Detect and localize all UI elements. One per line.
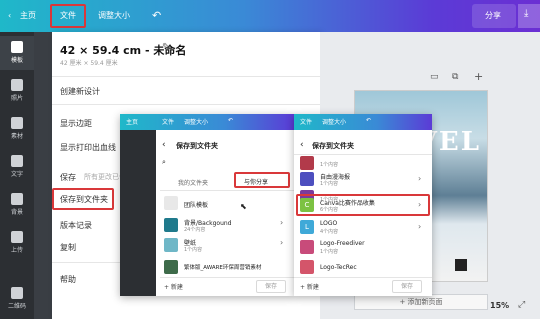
upload-icon: [11, 231, 23, 243]
dialog-title: 保存到文件夹: [176, 142, 218, 150]
menu-help[interactable]: 帮助: [60, 274, 76, 285]
poster-qrcode: [455, 259, 467, 271]
dialog-title: 保存到文件夹: [312, 142, 354, 150]
rail-qrcode[interactable]: 二维码: [0, 282, 34, 316]
save-button[interactable]: 保存: [392, 280, 422, 293]
chevron-right-icon[interactable]: ›: [418, 200, 421, 209]
download-icon: ⤓: [524, 8, 529, 19]
menu-show-bleed[interactable]: 显示打印出血线: [60, 142, 116, 153]
rail-text[interactable]: 文字: [0, 150, 34, 184]
back-chevron-icon[interactable]: ‹: [300, 140, 304, 150]
folder-title[interactable]: Logo-TecRec: [320, 264, 357, 271]
divider: [52, 104, 320, 105]
divider: [294, 154, 432, 155]
folder-thumbnail: [300, 172, 314, 186]
add-page-button[interactable]: + 添加新页面: [354, 294, 488, 310]
folder-thumbnail: [300, 240, 314, 254]
folder-count: 24个内容: [184, 227, 206, 233]
folder-thumbnail: [300, 260, 314, 274]
chevron-right-icon[interactable]: ›: [418, 174, 421, 183]
mini-file: 文件: [300, 119, 313, 126]
mini-undo-icon: ↶: [228, 117, 234, 124]
left-rail: 模板 照片 素材 文字 背景 上传 二维码: [0, 32, 34, 319]
share-button[interactable]: 分享: [485, 8, 501, 24]
rail-templates[interactable]: 模板: [0, 36, 34, 70]
tab-shared-with-you[interactable]: 与你分享: [244, 177, 268, 186]
cursor-icon: ⬉: [240, 202, 247, 211]
rail-background[interactable]: 背景: [0, 188, 34, 222]
new-folder-button[interactable]: + 新建: [300, 282, 319, 291]
divider: [52, 76, 320, 77]
mini-undo-icon: ↶: [366, 117, 372, 124]
folder-letter-l-icon: L: [300, 220, 314, 234]
elements-icon: [11, 117, 23, 129]
comment-icon[interactable]: ▭: [430, 72, 439, 82]
folder-count: 6个内容: [320, 207, 339, 213]
chevron-right-icon[interactable]: ›: [280, 238, 283, 247]
templates-icon: [11, 41, 23, 53]
folder-thumbnail: [300, 156, 314, 170]
file-button[interactable]: 文件: [60, 8, 76, 24]
menu-version-history[interactable]: 版本记录: [60, 220, 92, 231]
qrcode-icon: [11, 287, 23, 299]
menu-save-to-folder[interactable]: 保存到文件夹: [60, 194, 108, 205]
divider: [160, 190, 294, 191]
folder-count: 4个内容: [320, 229, 339, 235]
mini-toolbar: 主页 文件 调整大小 ↶: [120, 114, 294, 130]
back-chevron-icon[interactable]: ‹: [162, 140, 166, 150]
menu-copy[interactable]: 复制: [60, 242, 76, 253]
mini-file: 文件: [162, 119, 175, 126]
mini-rail: [120, 130, 156, 296]
menu-new-design[interactable]: 创建新设计: [60, 86, 100, 97]
folder-title[interactable]: 团队模板: [184, 200, 208, 209]
mini-toolbar: 文件 调整大小 ↶: [294, 114, 432, 130]
folder-count: 1个内容: [320, 162, 339, 168]
rail-upload[interactable]: 上传: [0, 226, 34, 260]
folder-count: 1个内容: [320, 249, 339, 255]
zoom-level[interactable]: 15%: [490, 301, 509, 310]
rail-photos[interactable]: 照片: [0, 74, 34, 108]
save-dialog-screenshot-2: 文件 调整大小 ↶ ‹ 保存到文件夹 1个内容 自由漫海报 1个内容 › 1个内…: [294, 114, 432, 296]
save-button[interactable]: 保存: [256, 280, 286, 293]
duplicate-page-icon[interactable]: ⧉: [452, 72, 458, 82]
folder-thumbnail: [164, 218, 178, 232]
folder-count: 1个内容: [184, 247, 203, 253]
back-chevron-icon[interactable]: ‹: [8, 8, 11, 24]
edit-pencil-icon[interactable]: ✎: [162, 42, 170, 53]
folder-letter-c-icon: C: [300, 198, 314, 212]
add-page-icon[interactable]: +: [474, 70, 483, 83]
new-folder-button[interactable]: + 新建: [164, 282, 183, 291]
folder-count: 1个内容: [320, 181, 339, 187]
chevron-right-icon[interactable]: ›: [280, 218, 283, 227]
chevron-right-icon[interactable]: ›: [418, 222, 421, 231]
folder-title[interactable]: Logo-Freediver: [320, 240, 365, 247]
divider: [160, 277, 294, 278]
divider: [294, 277, 432, 278]
fullscreen-icon[interactable]: ⤢: [518, 300, 525, 310]
top-toolbar: ‹ 主页 文件 调整大小 ↶ 分享 ⤓: [0, 0, 540, 32]
menu-show-margins[interactable]: 显示边距: [60, 118, 92, 129]
design-size: 42 厘米 × 59.4 厘米: [60, 60, 118, 67]
folder-thumbnail: [164, 238, 178, 252]
team-template-icon: [164, 196, 178, 210]
home-button[interactable]: 主页: [20, 8, 36, 24]
mini-resize: 调整大小: [184, 119, 209, 126]
rail-elements[interactable]: 素材: [0, 112, 34, 146]
resize-button[interactable]: 调整大小: [98, 8, 130, 24]
folder-title[interactable]: 繁体版_AWARE环保周营销素材: [184, 263, 261, 271]
download-button[interactable]: ⤓: [518, 4, 540, 28]
mini-resize: 调整大小: [322, 119, 347, 126]
background-icon: [11, 193, 23, 205]
menu-save[interactable]: 保存: [60, 172, 76, 183]
mini-home: 主页: [126, 119, 139, 126]
undo-icon[interactable]: ↶: [152, 8, 161, 24]
save-dialog-screenshot-1: 主页 文件 调整大小 ↶ ‹ 保存到文件夹 ⌕ 我的文件夹 与你分享 团队模板 …: [120, 114, 294, 296]
folder-title[interactable]: LOGO: [320, 220, 337, 227]
folder-thumbnail: [164, 260, 178, 274]
photos-icon: [11, 79, 23, 91]
side-panel-strip: [34, 32, 52, 319]
text-icon: [11, 155, 23, 167]
tab-my-folders[interactable]: 我的文件夹: [178, 178, 208, 187]
search-icon[interactable]: ⌕: [162, 158, 166, 167]
